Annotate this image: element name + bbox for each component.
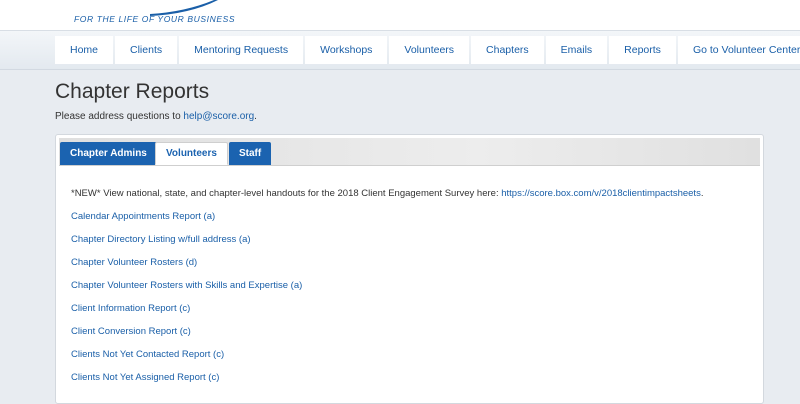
- tab-bar: Chapter Admins Volunteers Staff: [59, 138, 760, 166]
- report-link-volunteer-rosters[interactable]: Chapter Volunteer Rosters (d): [71, 257, 197, 268]
- report-link-client-information[interactable]: Client Information Report (c): [71, 303, 190, 314]
- nav-clients[interactable]: Clients: [115, 36, 178, 64]
- nav-volunteers[interactable]: Volunteers: [389, 36, 470, 64]
- help-email-link[interactable]: help@score.org: [183, 111, 254, 122]
- report-link-not-yet-contacted[interactable]: Clients Not Yet Contacted Report (c): [71, 349, 224, 360]
- nav-home[interactable]: Home: [55, 36, 114, 64]
- reports-panel: Chapter Admins Volunteers Staff *NEW* Vi…: [55, 134, 764, 404]
- help-suffix: .: [254, 111, 257, 122]
- nav-workshops[interactable]: Workshops: [305, 36, 388, 64]
- list-item: Chapter Volunteer Rosters with Skills an…: [71, 280, 302, 303]
- help-text: Please address questions to help@score.o…: [55, 111, 257, 122]
- tab-chapter-admins[interactable]: Chapter Admins: [60, 142, 157, 165]
- report-link-rosters-skills[interactable]: Chapter Volunteer Rosters with Skills an…: [71, 280, 302, 291]
- report-list: Calendar Appointments Report (a) Chapter…: [71, 211, 302, 395]
- nav-chapters[interactable]: Chapters: [471, 36, 544, 64]
- main-nav: Home Clients Mentoring Requests Workshop…: [0, 30, 800, 70]
- report-link-chapter-directory[interactable]: Chapter Directory Listing w/full address…: [71, 234, 251, 245]
- list-item: Chapter Directory Listing w/full address…: [71, 234, 302, 257]
- notice-suffix: .: [700, 188, 704, 199]
- header-bar: FOR THE LIFE OF YOUR BUSINESS: [0, 0, 800, 30]
- report-link-not-yet-assigned[interactable]: Clients Not Yet Assigned Report (c): [71, 372, 219, 383]
- logo-tagline: FOR THE LIFE OF YOUR BUSINESS: [74, 14, 236, 24]
- list-item: Chapter Volunteer Rosters (d): [71, 257, 302, 280]
- list-item: Client Conversion Report (c): [71, 326, 302, 349]
- list-item: Clients Not Yet Assigned Report (c): [71, 372, 302, 395]
- page-title: Chapter Reports: [55, 80, 210, 103]
- survey-notice: *NEW* View national, state, and chapter-…: [71, 188, 703, 199]
- nav-mentoring-requests[interactable]: Mentoring Requests: [179, 36, 304, 64]
- tab-volunteers[interactable]: Volunteers: [155, 142, 228, 165]
- help-prefix: Please address questions to: [55, 111, 184, 122]
- report-link-client-conversion[interactable]: Client Conversion Report (c): [71, 326, 191, 337]
- list-item: Client Information Report (c): [71, 303, 302, 326]
- list-item: Clients Not Yet Contacted Report (c): [71, 349, 302, 372]
- tab-staff[interactable]: Staff: [229, 142, 272, 165]
- list-item: Calendar Appointments Report (a): [71, 211, 302, 234]
- nav-volunteer-center[interactable]: Go to Volunteer Center: [677, 36, 800, 64]
- nav-emails[interactable]: Emails: [545, 36, 608, 64]
- report-link-calendar-appointments[interactable]: Calendar Appointments Report (a): [71, 211, 215, 222]
- survey-handouts-link[interactable]: https://score.box.com/v/2018clientimpact…: [501, 188, 701, 199]
- notice-text: *NEW* View national, state, and chapter-…: [71, 188, 502, 199]
- nav-reports[interactable]: Reports: [609, 36, 676, 64]
